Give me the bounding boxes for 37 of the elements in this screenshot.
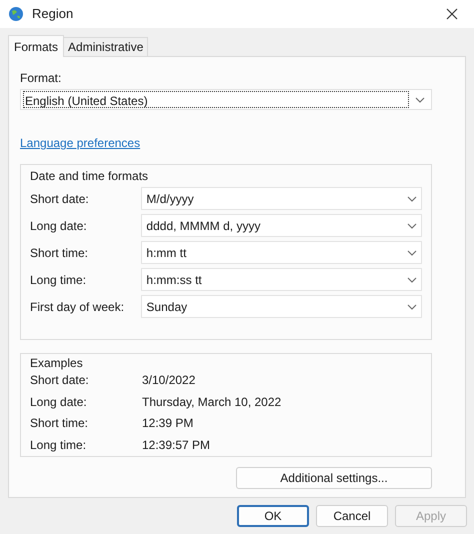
format-dropdown[interactable]: h:mm tt	[141, 241, 422, 264]
format-label: Format:	[20, 70, 62, 85]
close-icon	[446, 8, 458, 20]
format-dropdown[interactable]: M/d/yyyy	[141, 187, 422, 210]
additional-settings-button[interactable]: Additional settings...	[236, 467, 432, 489]
example-value: 12:39:57 PM	[142, 437, 210, 454]
language-preferences-link[interactable]: Language preferences	[20, 134, 140, 152]
format-row-label: Long time:	[30, 272, 88, 288]
chevron-down-icon	[415, 96, 425, 102]
group-title: Date and time formats	[30, 168, 150, 185]
example-label: Long time:	[30, 437, 88, 454]
format-dropdown[interactable]: dddd, MMMM d, yyyy	[141, 214, 422, 237]
chevron-down-icon	[407, 196, 417, 202]
format-dropdown[interactable]: Sunday	[141, 295, 422, 318]
globe-icon	[8, 6, 24, 22]
window-title: Region	[32, 5, 74, 24]
format-row-label: Short date:	[30, 190, 90, 208]
chevron-down-icon	[407, 222, 417, 228]
chevron-down-icon	[407, 304, 417, 310]
example-value: 12:39 PM	[142, 415, 194, 432]
format-row-label: Long date:	[30, 218, 88, 234]
group-title: Examples	[30, 355, 84, 369]
chevron-down-icon	[407, 250, 417, 256]
example-label: Long date:	[30, 394, 88, 411]
format-row-label: First day of week:	[30, 298, 126, 316]
dialog-button[interactable]: OK	[237, 505, 309, 527]
example-label: Short time:	[30, 415, 90, 432]
tab[interactable]: Administrative	[64, 37, 148, 56]
chevron-down-icon	[407, 276, 417, 282]
format-dropdown[interactable]: h:mm:ss tt	[141, 268, 422, 291]
format-dropdown[interactable]: English (United States)	[20, 89, 432, 110]
dialog-button[interactable]: Cancel	[316, 505, 388, 527]
example-value: Thursday, March 10, 2022	[142, 394, 282, 411]
example-value: 3/10/2022	[142, 372, 196, 389]
tab[interactable]: Formats	[8, 35, 64, 57]
example-label: Short date:	[30, 372, 90, 389]
format-row-label: Short time:	[30, 244, 90, 262]
